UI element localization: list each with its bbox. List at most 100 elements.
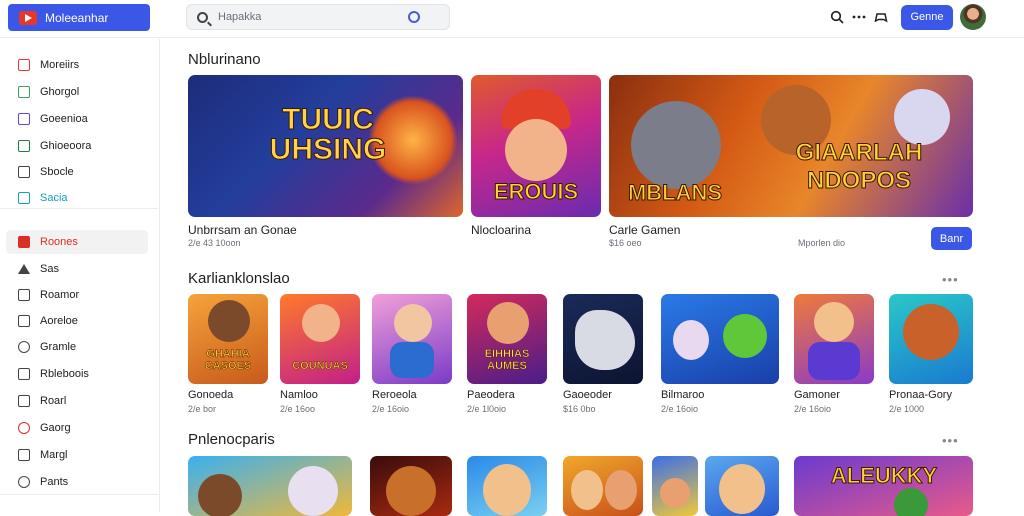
game-tile-row3-4[interactable] xyxy=(563,456,643,516)
character-face xyxy=(394,304,432,342)
game-tile-7[interactable] xyxy=(794,294,874,384)
sidebar-item-edit[interactable]: Aoreloe xyxy=(6,309,148,333)
game-tile-4[interactable]: EIHHIAS AUMES xyxy=(467,294,547,384)
gift-icon xyxy=(18,395,30,407)
sidebar-item-label: Rbleboois xyxy=(40,368,89,380)
bear-character xyxy=(903,304,959,360)
tile-name: Gamoner xyxy=(794,389,840,401)
apps-icon xyxy=(18,113,30,125)
logo-play-icon xyxy=(19,10,37,25)
sidebar-item-books[interactable]: Sbocle xyxy=(6,160,148,184)
sidebar-item-device[interactable]: Margl xyxy=(6,443,148,467)
game-tile-row3-7[interactable]: ALEUKKY xyxy=(794,456,973,516)
game-tile-6[interactable] xyxy=(661,294,779,384)
gamepad-icon[interactable] xyxy=(871,7,891,27)
search-icon xyxy=(197,11,208,23)
game-tile-row3-2[interactable] xyxy=(370,456,452,516)
section-title: Karlianklonslao xyxy=(188,270,290,287)
more-icon[interactable]: ••• xyxy=(942,272,959,287)
unicorn-character xyxy=(673,320,709,360)
more-icon[interactable] xyxy=(849,7,869,27)
sidebar-item-settings[interactable]: Gramle xyxy=(6,335,148,359)
tile-name: Pronaa-Gory xyxy=(889,389,952,401)
game-tile-5[interactable] xyxy=(563,294,643,384)
sidebar-item-label: Pants xyxy=(40,476,69,488)
featured-card-3[interactable]: MBLANS GIAARLAH NDOPOS xyxy=(609,75,973,217)
game-tile-row3-1[interactable] xyxy=(188,456,352,516)
sidebar-item-label: Gramle xyxy=(40,341,77,353)
tile-sub: 2/e 16oo xyxy=(280,404,316,414)
home-icon xyxy=(18,59,30,71)
clown-character xyxy=(288,466,338,516)
sidebar-item-label: Goeenioa xyxy=(40,113,88,125)
game-tile-3[interactable] xyxy=(372,294,452,384)
character-face xyxy=(571,470,603,510)
header-actions: Genne xyxy=(827,0,1024,34)
search-icon[interactable] xyxy=(827,7,847,27)
tile-sub: 2/e 1000 xyxy=(889,404,925,414)
sidebar-item-label: Roones xyxy=(40,236,78,248)
voice-search-icon[interactable] xyxy=(408,11,420,23)
list-icon xyxy=(18,289,30,301)
section-title: Nblurinano xyxy=(188,51,261,68)
bear-character xyxy=(208,300,250,342)
sidebar-item-red[interactable]: Gaorg xyxy=(6,416,148,440)
sidebar-item-movies[interactable]: Ghioeoora xyxy=(6,134,148,158)
tile-art-title: ALEUKKY xyxy=(830,463,938,488)
tile-art-title: COUNUAS xyxy=(292,360,348,373)
sidebar-item-label: Margl xyxy=(40,449,68,461)
mouse-character xyxy=(631,101,721,189)
game-tile-row3-6[interactable] xyxy=(705,456,779,516)
game-tile-row3-3[interactable] xyxy=(467,456,547,516)
sidebar-item-top[interactable]: Sas xyxy=(6,257,148,281)
red-circle-icon xyxy=(18,422,30,434)
books-icon xyxy=(18,166,30,178)
sidebar-item-label: Gaorg xyxy=(40,422,71,434)
tile-sub: $16 0bo xyxy=(563,404,596,414)
featured-card-1[interactable]: TUUIC UHSING xyxy=(188,75,463,217)
sign-in-button[interactable]: Genne xyxy=(901,4,953,30)
sidebar: Moreiirs Ghorgol Goeenioa Ghioeoora Sboc… xyxy=(0,39,160,512)
sidebar-item-gift[interactable]: Roarl xyxy=(6,389,148,413)
logo-text: Moleeanhar xyxy=(45,10,109,25)
featured-card-2[interactable]: EROUIS xyxy=(471,75,601,217)
game-tile-1[interactable]: GHAHIA CASOES xyxy=(188,294,268,384)
sidebar-item-label: Ghioeoora xyxy=(40,140,92,152)
search-bar[interactable] xyxy=(186,4,450,30)
play-button[interactable]: Banr xyxy=(931,227,972,250)
avatar[interactable] xyxy=(960,4,986,30)
divider xyxy=(0,208,158,209)
sidebar-item-person[interactable]: Pants xyxy=(6,470,148,494)
sidebar-item-apps[interactable]: Goeenioa xyxy=(6,107,148,131)
character-face xyxy=(660,478,690,508)
sidebar-item-home[interactable]: Moreiirs xyxy=(6,53,148,77)
sidebar-item-trending[interactable]: Roones xyxy=(6,230,148,254)
slime-character xyxy=(723,314,767,358)
app-logo[interactable]: Moleeanhar xyxy=(8,4,150,31)
sidebar-item-games[interactable]: Ghorgol xyxy=(6,80,148,104)
search-input[interactable] xyxy=(218,11,408,23)
tile-name: Gonoeda xyxy=(188,389,234,401)
tile-name: Reroeola xyxy=(372,389,417,401)
game-tile-8[interactable] xyxy=(889,294,973,384)
divider xyxy=(0,494,158,495)
trending-icon xyxy=(18,236,30,248)
featured-art-title: MBLANS xyxy=(627,180,723,205)
sidebar-item-label: Roamor xyxy=(40,289,80,301)
featured-art-title: TUUIC UHSING xyxy=(269,103,387,166)
tile-art-title: GHAHIA CASOES xyxy=(204,348,252,373)
sidebar-item-kids[interactable]: Sacia xyxy=(6,186,148,210)
featured-caption: Carle Gamen xyxy=(609,223,681,237)
featured-sub: 2/e 43 10oon xyxy=(188,238,241,248)
game-tile-row3-5[interactable] xyxy=(652,456,698,516)
sidebar-item-label: Aoreloe xyxy=(40,315,78,327)
sidebar-item-list[interactable]: Roamor xyxy=(6,283,148,307)
character-face xyxy=(505,119,567,181)
game-tile-2[interactable]: COUNUAS xyxy=(280,294,360,384)
more-icon[interactable]: ••• xyxy=(942,433,959,448)
featured-art-title: EROUIS xyxy=(493,179,579,204)
person-icon xyxy=(18,476,30,488)
featured-caption: Nlocloarina xyxy=(471,223,532,237)
sidebar-item-library[interactable]: Rbleboois xyxy=(6,362,148,386)
main-content: Nblurinano TUUIC UHSING Unbrrsam an Gona… xyxy=(160,39,1024,516)
